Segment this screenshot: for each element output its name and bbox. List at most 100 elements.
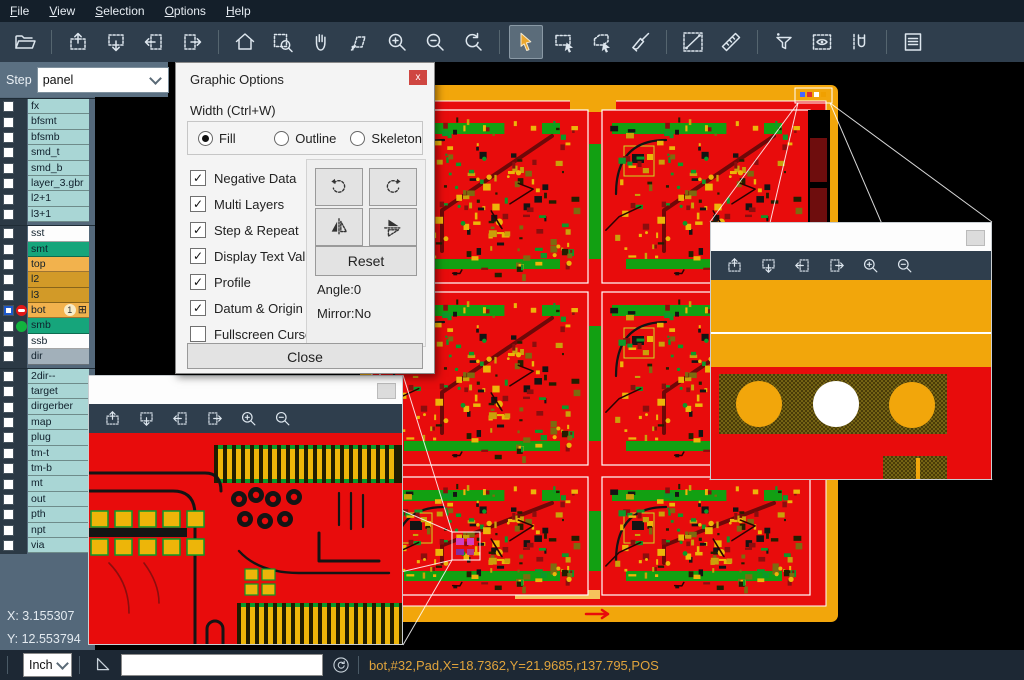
mirror-horizontal-button[interactable] <box>315 208 363 246</box>
unit-select[interactable]: Inch <box>23 653 72 677</box>
layer-row-smt[interactable]: smt <box>0 242 95 257</box>
checkbox-icon[interactable]: ✓ <box>190 300 206 316</box>
shift-view-right-button[interactable] <box>175 25 209 59</box>
check-negative-data[interactable]: ✓Negative Data <box>190 165 320 191</box>
checkbox-icon[interactable]: ✓ <box>190 222 206 238</box>
grid-icon[interactable]: ⊞ <box>78 304 87 316</box>
check-profile[interactable]: ✓Profile <box>190 269 320 295</box>
layer-active-indicator[interactable] <box>16 305 27 316</box>
mag-zoom-in-button[interactable] <box>234 405 262 433</box>
layer-checkbox[interactable] <box>3 525 14 536</box>
layer-chip[interactable]: tm-t <box>28 446 89 461</box>
layer-row-bfsmb[interactable]: bfsmb <box>0 130 95 145</box>
layer-checkbox[interactable] <box>3 448 14 459</box>
layer-row-smd_b[interactable]: smd_b <box>0 161 95 176</box>
step-select[interactable]: panel <box>37 67 169 93</box>
magnifier-window-left[interactable] <box>88 375 403 645</box>
ruler-button[interactable] <box>714 25 748 59</box>
open-button[interactable] <box>8 25 42 59</box>
filter-button[interactable] <box>767 25 801 59</box>
layer-checkbox[interactable] <box>3 194 14 205</box>
layer-checkbox[interactable] <box>3 228 14 239</box>
measure-point-button[interactable] <box>676 25 710 59</box>
layer-checkbox[interactable] <box>3 463 14 474</box>
layer-checkbox[interactable] <box>3 163 14 174</box>
mirror-vertical-button[interactable] <box>369 208 417 246</box>
shift-view-down-button[interactable] <box>99 25 133 59</box>
layer-chip[interactable]: target <box>28 384 89 399</box>
zoom-previous-button[interactable] <box>456 25 490 59</box>
layer-checkbox[interactable] <box>3 259 14 270</box>
layer-row-dirgerber[interactable]: dirgerber <box>0 399 95 414</box>
layer-chip[interactable]: dirgerber <box>28 399 89 414</box>
layer-checkbox[interactable] <box>3 101 14 112</box>
layer-row-target[interactable]: target <box>0 384 95 399</box>
mag-zoom-in-button[interactable] <box>856 252 884 280</box>
mag-shift-up-button[interactable] <box>98 405 126 433</box>
layer-checkbox[interactable] <box>3 274 14 285</box>
menu-file[interactable]: File <box>0 0 39 22</box>
layer-checkbox[interactable] <box>3 371 14 382</box>
zoom-in-button[interactable] <box>380 25 414 59</box>
zoom-window-button[interactable] <box>266 25 300 59</box>
radio-fill[interactable]: Fill <box>198 131 264 146</box>
layer-chip[interactable]: mt <box>28 476 89 491</box>
layer-row-plug[interactable]: plug <box>0 430 95 445</box>
refresh-icon[interactable] <box>331 655 351 675</box>
layer-row-bot[interactable]: bot1⊞ <box>0 303 95 318</box>
window-button[interactable] <box>966 230 985 246</box>
rect-select-button[interactable] <box>547 25 581 59</box>
checkbox-icon[interactable]: ✓ <box>190 170 206 186</box>
layer-row-tm-t[interactable]: tm-t <box>0 446 95 461</box>
layer-chip[interactable]: dir <box>28 349 89 364</box>
layer-checkbox[interactable] <box>3 209 14 220</box>
layer-row-sst[interactable]: sst <box>0 226 95 241</box>
layer-checkbox[interactable] <box>3 147 14 158</box>
select-tool-button[interactable] <box>509 25 543 59</box>
layer-row-top[interactable]: top <box>0 257 95 272</box>
mag-zoom-out-button[interactable] <box>890 252 918 280</box>
pan-hand-button[interactable] <box>304 25 338 59</box>
layer-chip[interactable]: bfsmt <box>28 114 89 129</box>
mag-shift-left-button[interactable] <box>166 405 194 433</box>
command-input[interactable] <box>121 654 323 676</box>
layer-row-pth[interactable]: pth <box>0 507 95 522</box>
menu-view[interactable]: View <box>39 0 85 22</box>
menu-options[interactable]: Options <box>155 0 216 22</box>
poly-select-button[interactable] <box>585 25 619 59</box>
layer-chip[interactable]: tm-b <box>28 461 89 476</box>
dynamic-pan-button[interactable] <box>342 25 376 59</box>
layer-row-layer_3.gbr[interactable]: layer_3.gbr <box>0 176 95 191</box>
mag-shift-up-button[interactable] <box>720 252 748 280</box>
mag-shift-down-button[interactable] <box>132 405 160 433</box>
shift-view-left-button[interactable] <box>137 25 171 59</box>
check-multi-layers[interactable]: ✓Multi Layers <box>190 191 320 217</box>
layer-checkbox[interactable] <box>3 244 14 255</box>
layer-row-bfsmt[interactable]: bfsmt <box>0 114 95 129</box>
shift-view-up-button[interactable] <box>61 25 95 59</box>
layer-chip[interactable]: l3 <box>28 288 89 303</box>
rotate-ccw-button[interactable] <box>369 168 417 206</box>
mag-shift-left-button[interactable] <box>788 252 816 280</box>
layer-chip[interactable]: npt <box>28 523 89 538</box>
layer-checkbox[interactable] <box>3 290 14 301</box>
layer-checkbox[interactable] <box>3 305 14 316</box>
radio-skeleton[interactable]: Skeleton <box>350 131 422 146</box>
radio-outline[interactable]: Outline <box>274 131 340 146</box>
layer-checkbox[interactable] <box>3 479 14 490</box>
layer-row-l3+1[interactable]: l3+1 <box>0 207 95 222</box>
angle-mode-icon[interactable] <box>93 654 115 676</box>
layer-row-smd_t[interactable]: smd_t <box>0 145 95 160</box>
layer-checkbox[interactable] <box>3 509 14 520</box>
magnifier-window-right[interactable] <box>710 222 992 480</box>
layer-checkbox[interactable] <box>3 117 14 128</box>
layer-chip[interactable]: smt <box>28 242 89 257</box>
layer-checkbox[interactable] <box>3 321 14 332</box>
zoom-out-button[interactable] <box>418 25 452 59</box>
layer-chip[interactable]: ssb <box>28 334 89 349</box>
layer-checkbox[interactable] <box>3 417 14 428</box>
layer-row-map[interactable]: map <box>0 415 95 430</box>
layer-checkbox[interactable] <box>3 336 14 347</box>
layer-row-tm-b[interactable]: tm-b <box>0 461 95 476</box>
layer-chip[interactable]: l2+1 <box>28 191 89 206</box>
